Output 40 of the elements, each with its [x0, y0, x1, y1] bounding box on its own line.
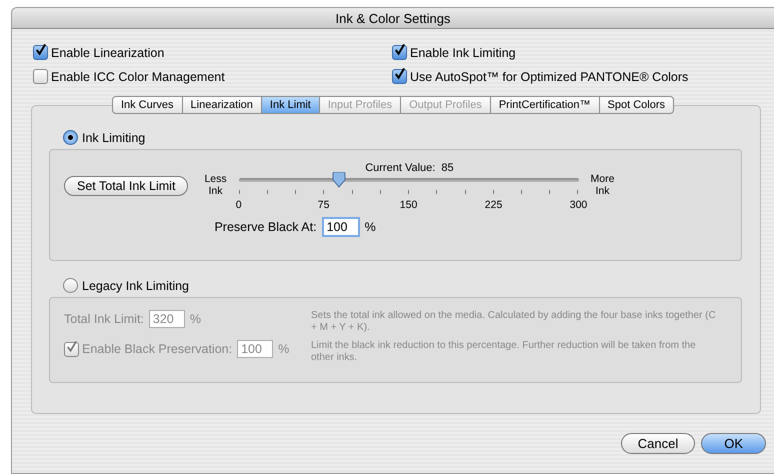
checkbox[interactable] — [33, 45, 48, 60]
tick-label: 150 — [400, 199, 418, 211]
field-label: Preserve Black At: — [214, 220, 317, 234]
radio-option[interactable]: Ink Limiting — [63, 130, 742, 145]
tick-label: 75 — [318, 199, 330, 211]
unit-label: % — [364, 220, 376, 234]
more-ink-label: More Ink — [590, 173, 614, 197]
less-ink-label: Less Ink — [204, 173, 227, 197]
dialog-button[interactable]: OK — [701, 433, 766, 454]
tab[interactable]: Ink Limit — [262, 96, 320, 114]
tab[interactable]: PrintCertification™ — [490, 96, 600, 114]
checkbox-label: Enable Linearization — [51, 46, 164, 60]
field-label: Total Ink Limit: — [64, 312, 144, 326]
checkmark-icon — [65, 340, 78, 354]
help-text: Sets the total ink allowed on the media. Calculated by adding the four base inks together (C + M + Y + K). — [311, 310, 717, 334]
checkbox-label: Enable Ink Limiting — [410, 46, 516, 60]
dialog-button[interactable]: Cancel — [620, 433, 696, 454]
checkbox-label: Use AutoSpot™ for Optimized PANTONE® Colors — [410, 70, 688, 84]
tab[interactable]: Spot Colors — [600, 96, 674, 114]
tab[interactable]: Linearization — [182, 96, 262, 114]
unit-label: % — [278, 342, 290, 356]
checkbox-label: Enable Black Preservation: — [82, 342, 232, 356]
checkbox[interactable] — [392, 69, 407, 84]
checkbox[interactable] — [392, 45, 407, 60]
checkbox[interactable] — [33, 69, 48, 84]
tab[interactable]: Ink Curves — [112, 96, 183, 114]
tick-label: 300 — [570, 199, 588, 211]
checkbox-label: Enable ICC Color Management — [51, 70, 225, 84]
checkmark-icon — [393, 43, 406, 57]
unit-label: % — [190, 312, 202, 326]
help-text: Limit the black ink reduction to this percentage. Further reduction will be taken from the other inks. — [311, 340, 697, 364]
current-value-label: Current Value: 85 — [365, 162, 454, 174]
percent-field[interactable]: 100 — [322, 217, 360, 237]
tick-label: 0 — [236, 199, 242, 211]
checkmark-icon — [34, 43, 47, 57]
checkmark-icon — [393, 67, 406, 81]
tick-label: 225 — [484, 199, 502, 211]
window-title: Ink & Color Settings — [336, 10, 450, 26]
slider-thumb[interactable] — [331, 172, 348, 188]
set-limit-button[interactable]: Set Total Ink Limit — [64, 176, 188, 196]
